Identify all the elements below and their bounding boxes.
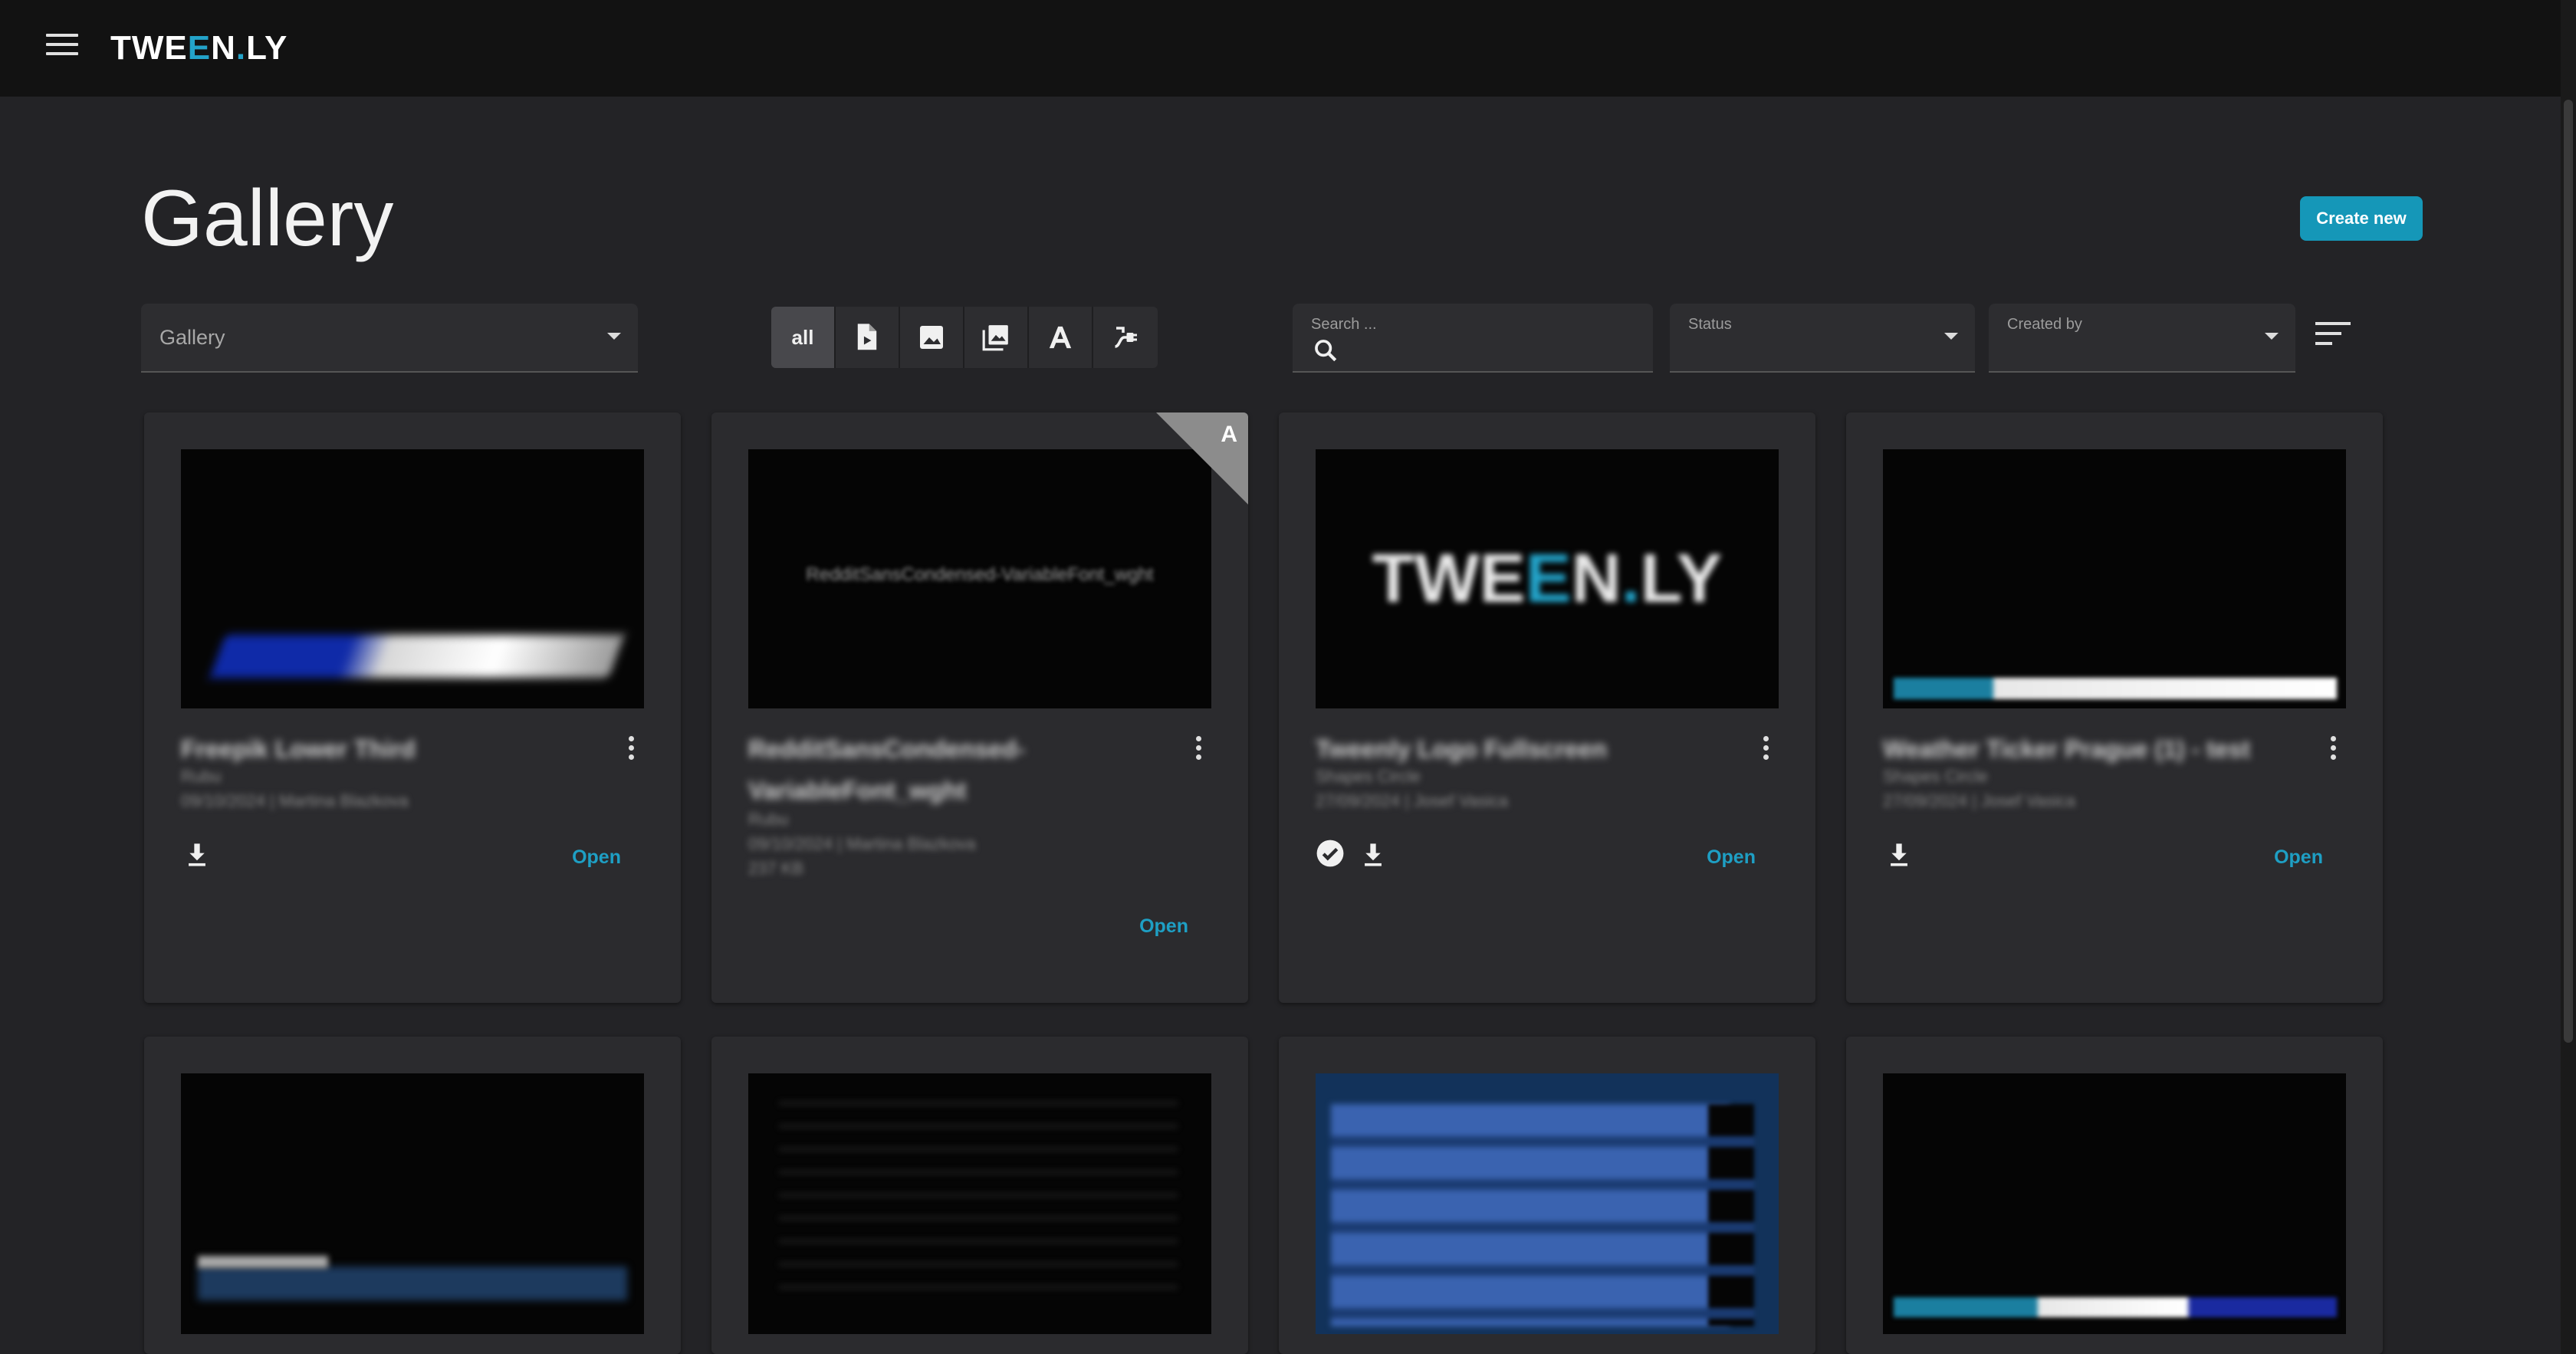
chevron-down-icon [1944,333,1958,340]
gallery-select[interactable]: Gallery [141,304,638,373]
open-button[interactable]: Open [1139,915,1188,938]
gallery-card[interactable]: RedditSansCondensed-VariableFont_wght A … [711,412,1248,1003]
filter-all-button[interactable]: all [771,307,836,368]
card-thumbnail[interactable] [748,1073,1211,1334]
ticker-graphic [1894,678,2337,699]
created-by-select[interactable]: Created by [1989,304,2295,373]
lower-third-graphic [209,635,625,678]
gallery-card[interactable]: Freepik Lower Third Rubu 09/10/2024 | Ma… [144,412,681,1003]
card-meta-date-author: 27/09/2024 | Josef Vasica [1883,791,2076,810]
card-thumbnail[interactable] [181,449,644,708]
menu-icon[interactable] [46,34,78,61]
results-score-column [1708,1104,1754,1326]
check-circle-icon[interactable] [1316,839,1345,868]
card-meta-date-author: 09/10/2024 | Martina Blazkova [181,791,409,810]
search-input-label: Search ... [1311,316,1377,333]
card-title: RedditSansCondensed-VariableFont_wght [748,735,1025,804]
card-meta-type: Rubu [181,767,222,786]
download-icon[interactable] [186,842,209,868]
chevron-down-icon [2265,333,2279,340]
card-title: Freepik Lower Third [181,735,416,763]
gallery-card[interactable] [711,1037,1248,1354]
card-meta-date-author: 27/09/2024 | Josef Vasica [1316,791,1509,810]
card-meta-type: Shapes Circle [1316,767,1421,786]
filter-plugin-button[interactable] [1093,307,1158,368]
lower-third-tag [198,1256,328,1268]
status-select-label: Status [1688,316,1732,333]
page-title: Gallery [141,174,394,263]
card-thumbnail[interactable]: RedditSansCondensed-VariableFont_wght [748,449,1211,708]
ticker-graphic [1894,1297,2337,1317]
gallery-card[interactable] [1279,1037,1815,1354]
open-button[interactable]: Open [572,846,621,869]
image-icon [920,326,943,349]
card-thumbnail[interactable] [1316,1073,1779,1334]
results-table-graphic [1331,1104,1730,1326]
filter-font-button[interactable] [1029,307,1093,368]
search-icon [1315,340,1337,362]
app-bar: TWEEN.LY [0,0,2576,97]
download-icon[interactable] [1362,842,1385,868]
card-meta-type: Shapes Circle [1883,767,1988,786]
card-thumbnail[interactable] [1883,1073,2346,1334]
font-preview-text: RedditSansCondensed-VariableFont_wght [806,564,1154,585]
plugin-icon [1115,327,1137,348]
font-icon [1049,326,1072,349]
font-badge-label: A [1221,422,1237,447]
created-by-select-label: Created by [2007,316,2082,333]
type-filter-group: all [771,307,1158,368]
gallery-card[interactable]: TWEEN.LY Tweenly Logo Fullscreen Shapes … [1279,412,1815,1003]
more-vert-icon[interactable] [2329,736,2337,762]
more-vert-icon[interactable] [1194,736,1202,762]
card-meta-type: Rubu [748,810,789,829]
image-collection-icon [982,325,1008,351]
gallery-select-value: Gallery [159,326,225,349]
scrollbar-thumb[interactable] [2564,100,2573,1043]
card-thumbnail[interactable] [181,1073,644,1334]
blurred-text-lines [779,1101,1178,1308]
gallery-card[interactable] [144,1037,681,1354]
card-title: Weather Ticker Prague (1) - test [1883,735,2250,763]
lower-third-graphic [198,1267,627,1300]
more-vert-icon[interactable] [1762,736,1769,762]
filter-image-button[interactable] [900,307,964,368]
card-title: Tweenly Logo Fullscreen [1316,735,1607,763]
gallery-card[interactable] [1846,1037,2383,1354]
card-meta-size: 237 KB [748,859,804,878]
create-new-button[interactable]: Create new [2300,196,2423,241]
filter-video-button[interactable] [836,307,900,368]
card-thumbnail[interactable]: TWEEN.LY [1316,449,1779,708]
scrollbar[interactable] [2561,0,2576,1354]
sort-icon[interactable] [2315,322,2351,353]
card-thumbnail[interactable] [1883,449,2346,708]
search-input[interactable]: Search ... [1293,304,1653,373]
more-vert-icon[interactable] [627,736,635,762]
card-meta-date-author: 09/10/2024 | Martina Blazkova [748,834,976,853]
filter-collection-button[interactable] [964,307,1029,368]
open-button[interactable]: Open [2274,846,2323,869]
logo[interactable]: TWEEN.LY [110,29,288,67]
download-icon[interactable] [1888,842,1911,868]
open-button[interactable]: Open [1707,846,1756,869]
gallery-card[interactable]: Weather Ticker Prague (1) - test Shapes … [1846,412,2383,1003]
chevron-down-icon [607,333,621,340]
status-select[interactable]: Status [1670,304,1975,373]
logo-preview: TWEEN.LY [1372,541,1723,617]
file-video-icon [857,324,877,350]
